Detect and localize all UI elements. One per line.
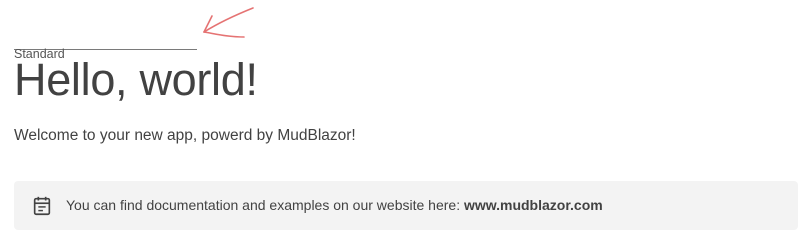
welcome-text: Welcome to your new app, powerd by MudBl… (14, 127, 356, 144)
page-title: Hello, world! (14, 54, 258, 105)
info-alert: You can find documentation and examples … (14, 181, 798, 230)
alert-text: You can find documentation and examples … (66, 197, 464, 213)
page: Standard Hello, world! Welcome to your n… (0, 0, 807, 246)
standard-text-field[interactable]: Standard (14, 26, 197, 61)
mudblazor-website-link[interactable]: www.mudblazor.com (464, 197, 603, 213)
standard-input[interactable] (14, 26, 197, 50)
alert-message: You can find documentation and examples … (66, 197, 603, 214)
note-icon (33, 196, 51, 216)
hand-drawn-arrow-icon (203, 7, 254, 38)
